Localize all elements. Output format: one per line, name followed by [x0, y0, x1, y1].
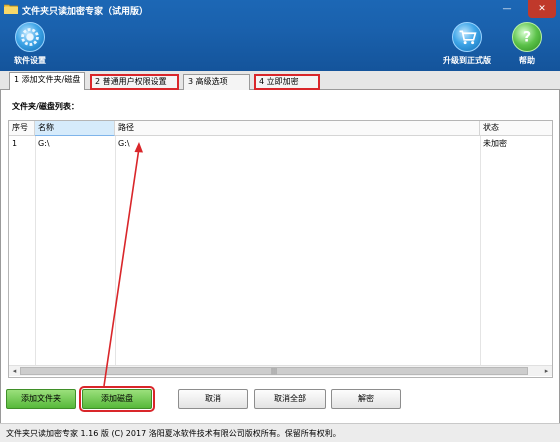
- settings-label: 软件设置: [14, 56, 46, 65]
- help-icon: ?: [512, 22, 542, 52]
- scroll-thumb[interactable]: |||: [20, 367, 528, 375]
- cell-path: G:\: [118, 139, 130, 148]
- column-header-status[interactable]: 状态: [480, 121, 552, 136]
- cell-seq: 1: [12, 139, 18, 148]
- cell-name: G:\: [38, 139, 50, 148]
- list-caption: 文件夹/磁盘列表：: [12, 102, 79, 111]
- decrypt-button[interactable]: 解密: [331, 389, 401, 409]
- list-header: 序号 名称 路径 状态: [9, 121, 552, 136]
- cancel-all-button[interactable]: 取消全部: [254, 389, 326, 409]
- app-header: 文件夹只读加密专家（试用版） — ✕ 软件设置 升级到正式版 ? 帮助: [0, 0, 560, 71]
- folder-list[interactable]: 序号 名称 路径 状态 1 G:\ G:\ 未加密 ◂ ||| ▸: [8, 120, 553, 378]
- table-row[interactable]: 1 G:\ G:\ 未加密: [9, 137, 552, 152]
- cell-status: 未加密: [483, 139, 507, 148]
- column-header-seq[interactable]: 序号: [9, 121, 35, 136]
- add-folder-button[interactable]: 添加文件夹: [6, 389, 76, 409]
- column-header-path[interactable]: 路径: [115, 121, 480, 136]
- status-text: 文件夹只读加密专家 1.16 版 (C) 2017 洛阳夏冰软件技术有限公司版权…: [6, 429, 341, 438]
- add-disk-button[interactable]: 添加磁盘: [79, 386, 155, 412]
- column-divider: [480, 136, 481, 365]
- tab-user-permissions[interactable]: 2 普通用户权限设置: [90, 74, 179, 90]
- help-tool-button[interactable]: ? 帮助: [512, 22, 542, 66]
- cancel-button[interactable]: 取消: [178, 389, 248, 409]
- tab-encrypt-now[interactable]: 4 立即加密: [254, 74, 320, 90]
- cart-icon: [452, 22, 482, 52]
- minimize-icon: —: [502, 4, 512, 14]
- close-icon: ✕: [538, 4, 546, 14]
- help-label: 帮助: [519, 56, 535, 65]
- close-button[interactable]: ✕: [528, 0, 556, 18]
- app-logo-icon: [4, 4, 18, 14]
- column-divider: [35, 136, 36, 365]
- tab-add-folder-disk[interactable]: 1 添加文件夹/磁盘: [9, 72, 85, 91]
- window-title: 文件夹只读加密专家（试用版）: [22, 7, 149, 17]
- upgrade-tool-button[interactable]: 升级到正式版: [438, 22, 496, 66]
- scroll-grip-icon: |||: [271, 368, 278, 375]
- column-divider: [115, 136, 116, 365]
- tab-bar: 1 添加文件夹/磁盘 2 普通用户权限设置 3 高级选项 4 立即加密: [0, 71, 560, 91]
- title-bar: 文件夹只读加密专家（试用版） — ✕: [0, 0, 560, 20]
- status-bar: 文件夹只读加密专家 1.16 版 (C) 2017 洛阳夏冰软件技术有限公司版权…: [0, 423, 560, 442]
- horizontal-scrollbar[interactable]: ◂ ||| ▸: [9, 365, 552, 376]
- scroll-right-icon[interactable]: ▸: [541, 366, 552, 376]
- column-header-name[interactable]: 名称: [35, 121, 115, 136]
- minimize-button[interactable]: —: [497, 0, 517, 18]
- scroll-left-icon[interactable]: ◂: [9, 366, 20, 376]
- upgrade-label: 升级到正式版: [443, 56, 491, 65]
- content-panel: 文件夹/磁盘列表： 序号 名称 路径 状态 1 G:\ G:\ 未加密 ◂ ||…: [0, 90, 560, 423]
- settings-tool-button[interactable]: 软件设置: [10, 22, 50, 66]
- svg-text:?: ?: [523, 30, 531, 46]
- tab-advanced-options[interactable]: 3 高级选项: [183, 74, 250, 90]
- gear-icon: [15, 22, 45, 52]
